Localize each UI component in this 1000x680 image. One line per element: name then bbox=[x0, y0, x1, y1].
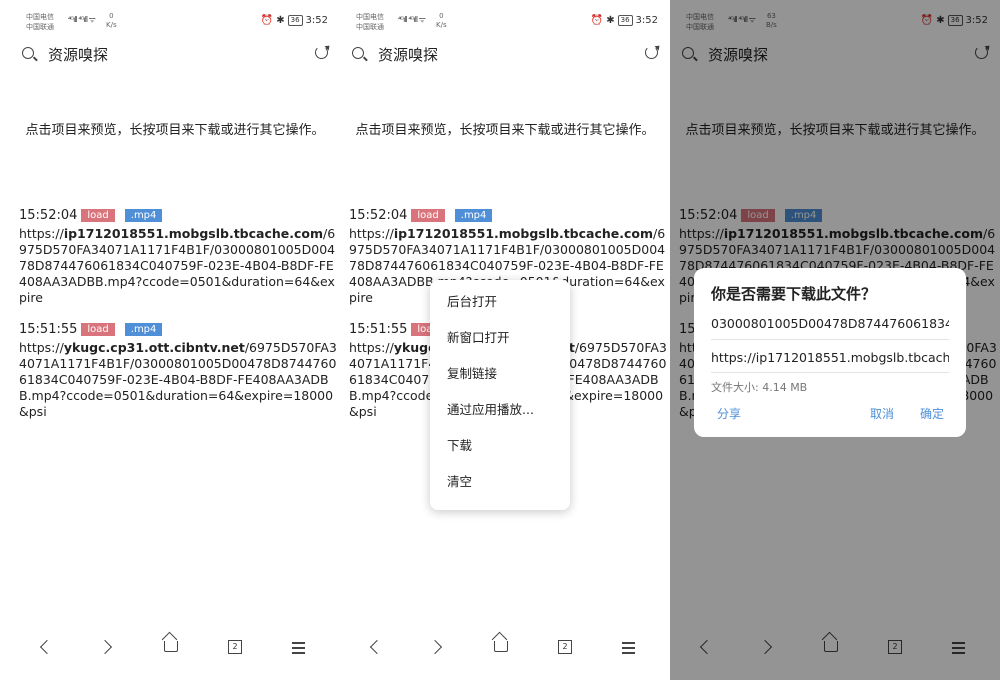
menu-item-download[interactable]: 下载 bbox=[430, 428, 570, 464]
hint-text: 点击项目来预览，长按项目来下载或进行其它操作。 bbox=[355, 123, 655, 138]
confirm-button[interactable]: 确定 bbox=[920, 405, 944, 422]
dialog-title: 你是否需要下载此文件？ bbox=[711, 285, 877, 303]
home-button[interactable] bbox=[159, 636, 183, 660]
menu-item-play-with-app[interactable]: 通过应用播放... bbox=[430, 392, 570, 428]
top-bar: 资源嗅探 bbox=[10, 42, 340, 68]
back-button[interactable] bbox=[362, 636, 386, 660]
url-field[interactable]: https://ip1712018551.mobgslb.tbcache.cc bbox=[711, 350, 949, 365]
tabs-icon: 2 bbox=[228, 640, 242, 654]
carrier-label: 中国电信 中国联通 bbox=[356, 13, 384, 31]
divider bbox=[711, 372, 949, 373]
load-badge: load bbox=[411, 209, 445, 222]
status-bar: 中国电信 中国联通 ⁴ᴳıll ⁴ᴳıll ᯤ 0 K/s ⏰ ✱ 36 3:52 bbox=[352, 12, 658, 34]
refresh-icon[interactable] bbox=[645, 46, 658, 59]
chevron-left-icon bbox=[369, 639, 385, 655]
clock: 3:52 bbox=[635, 15, 658, 26]
search-icon[interactable] bbox=[352, 47, 364, 59]
filename-field[interactable]: 03000801005D00478D874476061834C04 bbox=[711, 316, 949, 331]
item-url: https://ykugc.cp31.ott.cibntv.net/6975D5… bbox=[19, 340, 337, 419]
clock: 3:52 bbox=[305, 15, 328, 26]
item-time: 15:51:55 bbox=[349, 322, 408, 337]
status-bar: 中国电信 中国联通 ⁴ᴳıll ⁴ᴳıll ᯤ 0 K/s ⏰ ✱ 36 3:52 bbox=[22, 12, 328, 34]
top-bar: 资源嗅探 bbox=[340, 42, 670, 68]
menu-button[interactable] bbox=[287, 636, 311, 660]
page-title: 资源嗅探 bbox=[48, 46, 109, 64]
item-time: 15:52:04 bbox=[349, 208, 408, 223]
type-badge: .mp4 bbox=[454, 209, 493, 222]
item-time: 15:52:04 bbox=[19, 208, 78, 223]
phone-screen-context-menu: 中国电信 中国联通 ⁴ᴳıll ⁴ᴳıll ᯤ 0 K/s ⏰ ✱ 36 3:52… bbox=[340, 0, 670, 680]
signal-icon: ⁴ᴳıll ⁴ᴳıll ᯤ bbox=[398, 15, 426, 24]
chevron-right-icon bbox=[97, 639, 113, 655]
bluetooth-icon: ✱ bbox=[606, 15, 615, 26]
bottom-nav: 2 bbox=[340, 636, 670, 660]
divider bbox=[711, 339, 949, 340]
load-badge: load bbox=[81, 209, 115, 222]
signal-icon: ⁴ᴳıll ⁴ᴳıll ᯤ bbox=[68, 15, 96, 24]
load-badge: load bbox=[81, 323, 115, 336]
alarm-icon: ⏰ bbox=[590, 15, 604, 26]
phone-screen-download-dialog: 中国电信 中国联通 ⁴ᴳıll ⁴ᴳıll ᯤ 63 B/s ⏰ ✱ 36 3:5… bbox=[670, 0, 1000, 680]
network-speed: 0 K/s bbox=[106, 12, 117, 29]
forward-button[interactable] bbox=[96, 636, 120, 660]
share-button[interactable]: 分享 bbox=[717, 405, 741, 422]
type-badge: .mp4 bbox=[124, 323, 163, 336]
phone-screen-list: 中国电信 中国联通 ⁴ᴳıll ⁴ᴳıll ᯤ 0 K/s ⏰ ✱ 36 3:52… bbox=[10, 0, 340, 680]
home-icon bbox=[164, 641, 178, 652]
tabs-icon: 2 bbox=[558, 640, 572, 654]
chevron-right-icon bbox=[427, 639, 443, 655]
download-dialog: 你是否需要下载此文件？ 03000801005D00478D8744760618… bbox=[694, 268, 966, 437]
menu-item-clear[interactable]: 清空 bbox=[430, 464, 570, 500]
tabs-button[interactable]: 2 bbox=[223, 636, 247, 660]
home-icon bbox=[494, 641, 508, 652]
battery-icon: 36 bbox=[617, 15, 633, 26]
file-size: 文件大小: 4.14 MB bbox=[711, 381, 808, 394]
tabs-button[interactable]: 2 bbox=[553, 636, 577, 660]
page-title: 资源嗅探 bbox=[378, 46, 439, 64]
menu-button[interactable] bbox=[617, 636, 641, 660]
network-speed: 0 K/s bbox=[436, 12, 447, 29]
alarm-icon: ⏰ bbox=[260, 15, 274, 26]
resource-item[interactable]: 15:51:55 load .mp4 https://ykugc.cp31.ot… bbox=[19, 321, 339, 420]
cancel-button[interactable]: 取消 bbox=[870, 405, 894, 422]
forward-button[interactable] bbox=[426, 636, 450, 660]
menu-icon bbox=[292, 642, 305, 644]
context-menu: 后台打开 新窗口打开 复制链接 通过应用播放... 下载 清空 bbox=[430, 280, 570, 510]
hint-text: 点击项目来预览，长按项目来下载或进行其它操作。 bbox=[25, 123, 325, 138]
battery-icon: 36 bbox=[287, 15, 303, 26]
menu-item-open-new-window[interactable]: 新窗口打开 bbox=[430, 320, 570, 356]
menu-icon bbox=[622, 642, 635, 644]
refresh-icon[interactable] bbox=[315, 46, 328, 59]
type-badge: .mp4 bbox=[124, 209, 163, 222]
search-icon[interactable] bbox=[22, 47, 34, 59]
item-time: 15:51:55 bbox=[19, 322, 78, 337]
menu-item-copy-link[interactable]: 复制链接 bbox=[430, 356, 570, 392]
status-right: ⏰ ✱ 36 3:52 bbox=[261, 15, 328, 26]
menu-item-open-background[interactable]: 后台打开 bbox=[430, 284, 570, 320]
back-button[interactable] bbox=[32, 636, 56, 660]
item-url: https://ip1712018551.mobgslb.tbcache.com… bbox=[19, 226, 336, 305]
bottom-nav: 2 bbox=[10, 636, 340, 660]
home-button[interactable] bbox=[489, 636, 513, 660]
bluetooth-icon: ✱ bbox=[276, 15, 285, 26]
resource-item[interactable]: 15:52:04 load .mp4 https://ip1712018551.… bbox=[19, 207, 339, 306]
status-right: ⏰ ✱ 36 3:52 bbox=[591, 15, 658, 26]
chevron-left-icon bbox=[39, 639, 55, 655]
carrier-label: 中国电信 中国联通 bbox=[26, 13, 54, 31]
